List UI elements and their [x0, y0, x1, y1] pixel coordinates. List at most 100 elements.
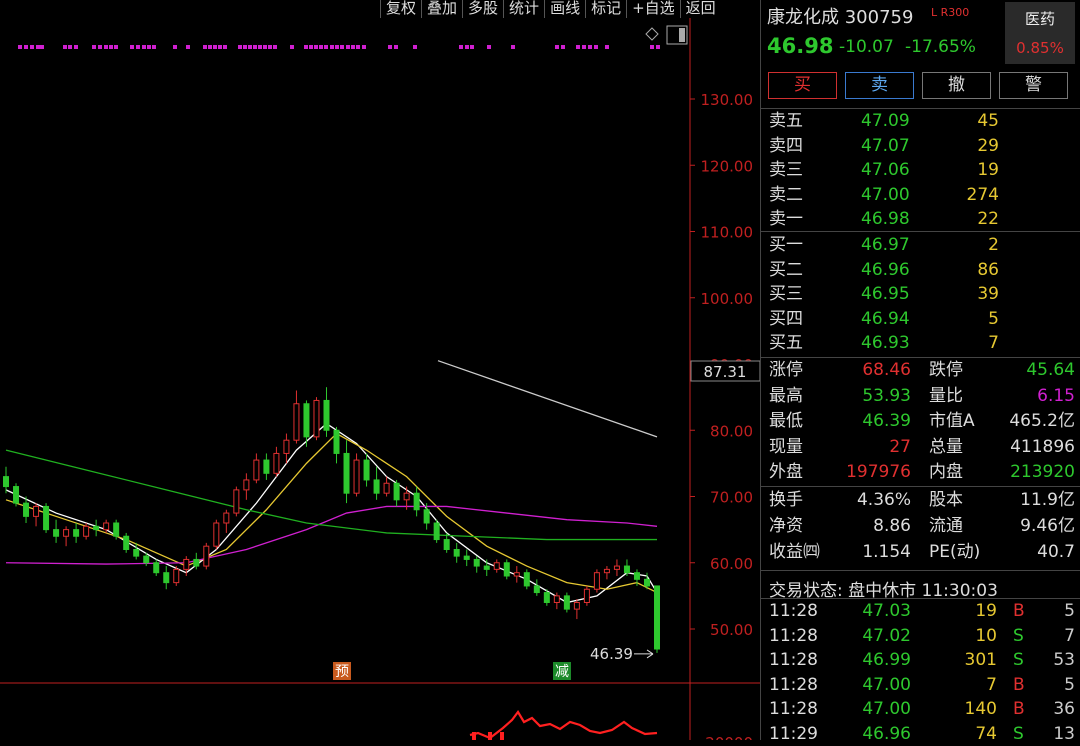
order-book-row[interactable]: 卖三 47.06 19	[761, 158, 1080, 182]
tick-row[interactable]: 11:28 46.99 301 S 53	[761, 648, 1080, 672]
candle	[313, 397, 320, 441]
volume-line	[469, 710, 658, 740]
signal-dot	[388, 45, 392, 49]
order-book-row[interactable]: 买五 46.93 7	[761, 331, 1080, 355]
signal-dot	[465, 45, 469, 49]
tick-count: 53	[1053, 650, 1075, 670]
toolbar-button-7[interactable]: 返回	[679, 0, 721, 18]
signal-dot	[173, 45, 177, 49]
order-volume: 45	[977, 111, 999, 131]
stat-value: 213920	[1010, 462, 1075, 482]
stock-code: 300759	[844, 7, 914, 28]
volume-bar	[488, 732, 492, 740]
tick-row[interactable]: 11:28 47.03 19 B 5	[761, 599, 1080, 623]
order-book-row[interactable]: 卖四 47.07 29	[761, 134, 1080, 158]
toolbar-button-0[interactable]: 复权	[380, 0, 421, 18]
tick-count: 13	[1053, 723, 1075, 744]
toolbar-button-2[interactable]: 多股	[462, 0, 503, 18]
event-marker-0[interactable]: 预	[333, 662, 351, 680]
candle	[223, 509, 230, 533]
kline-chart-area[interactable]: 130.00120.00110.00100.0090.0080.0070.006…	[0, 0, 760, 740]
tick-side: B	[1013, 699, 1025, 719]
signal-dot	[238, 45, 242, 49]
candle	[203, 542, 210, 570]
tick-price: 47.00	[862, 699, 911, 719]
order-price: 46.95	[861, 284, 910, 304]
stat-label: 涨停	[769, 360, 803, 380]
tick-price: 47.02	[862, 625, 911, 646]
order-book-row[interactable]: 买四 46.94 5	[761, 307, 1080, 331]
signal-dot	[268, 45, 272, 49]
order-level-label: 卖四	[769, 135, 803, 156]
stat-value: 68.46	[862, 360, 911, 380]
order-volume: 86	[977, 259, 999, 280]
y-tick-label: 80.00	[710, 422, 753, 440]
tick-row[interactable]: 11:28 47.00 140 B 36	[761, 697, 1080, 721]
stat-row: 最低 46.39 市值A 465.2亿	[761, 409, 1080, 433]
candle	[533, 579, 540, 596]
stat-value: 8.86	[873, 516, 911, 536]
order-book-row[interactable]: 买一 46.97 2	[761, 233, 1080, 257]
signal-dot	[273, 45, 277, 49]
sector-name: 医药	[1024, 10, 1055, 28]
volume-axis-label: 20000	[705, 734, 753, 740]
stat-value: 4.36%	[856, 490, 911, 510]
stat-row: 涨停 68.46 跌停 45.64	[761, 358, 1080, 382]
tick-row[interactable]: 11:28 47.00 7 B 5	[761, 673, 1080, 697]
candle	[153, 559, 160, 576]
tick-volume: 140	[964, 699, 997, 719]
stat-label: 收益㈣	[769, 542, 820, 562]
candle	[163, 566, 170, 590]
signal-dot	[304, 45, 308, 49]
stock-name-code: 康龙化成 300759	[767, 3, 913, 29]
sector-box[interactable]: 医药 0.85%	[1005, 2, 1075, 64]
order-book-row[interactable]: 卖一 46.98 22	[761, 207, 1080, 231]
candle	[333, 426, 340, 464]
stat-value: 9.46亿	[1020, 516, 1075, 536]
order-book-row[interactable]: 买二 46.96 86	[761, 258, 1080, 282]
alert-button[interactable]: 警	[999, 72, 1068, 99]
tick-row[interactable]: 11:28 47.02 10 S 7	[761, 624, 1080, 648]
candle	[13, 483, 20, 507]
candle	[33, 503, 40, 527]
signal-dot	[314, 45, 318, 49]
candle	[513, 566, 520, 583]
cancel-order-button[interactable]: 撤	[922, 72, 991, 99]
candle	[243, 473, 250, 500]
stat-row: 外盘 197976 内盘 213920	[761, 460, 1080, 484]
stat-row: 现量 27 总量 411896	[761, 435, 1080, 459]
stat-value: 411896	[1010, 436, 1075, 457]
signal-dot	[186, 45, 190, 49]
candle	[413, 486, 420, 517]
order-book-row[interactable]: 卖二 47.00 274	[761, 183, 1080, 207]
stat-value: 1.154	[862, 542, 911, 562]
stat-row: 收益㈣ 1.154 PE(动) 40.7	[761, 540, 1080, 564]
ma-line-0	[5, 422, 658, 604]
event-marker-1[interactable]: 减	[553, 662, 571, 680]
candle	[654, 585, 660, 653]
diamond-icon[interactable]	[645, 27, 659, 41]
order-level-label: 买五	[769, 333, 803, 353]
stat-value: 53.93	[862, 385, 911, 406]
candle	[503, 559, 510, 580]
buy-button[interactable]: 买	[768, 72, 837, 99]
price-change-pct: -17.65%	[905, 37, 976, 57]
toolbar-button-6[interactable]: +自选	[626, 0, 680, 18]
signal-dot	[487, 45, 491, 49]
kline-chart[interactable]: 130.00120.00110.00100.0090.0080.0070.006…	[0, 0, 760, 740]
toolbar-button-5[interactable]: 标记	[585, 0, 626, 18]
candle	[563, 592, 570, 613]
candle	[573, 599, 580, 620]
stat-label: 总量	[929, 436, 963, 457]
toolbar-button-3[interactable]: 统计	[503, 0, 544, 18]
sell-button[interactable]: 卖	[845, 72, 914, 99]
toolbar-button-4[interactable]: 画线	[544, 0, 585, 18]
candle	[363, 453, 370, 487]
toolbar-button-1[interactable]: 叠加	[421, 0, 462, 18]
stat-label: 现量	[769, 436, 803, 457]
signal-dot	[459, 45, 463, 49]
order-book-row[interactable]: 卖五 47.09 45	[761, 109, 1080, 133]
tick-row[interactable]: 11:29 46.96 74 S 13	[761, 722, 1080, 746]
order-book-row[interactable]: 买三 46.95 39	[761, 282, 1080, 306]
event-marker-label: 减	[555, 664, 569, 680]
